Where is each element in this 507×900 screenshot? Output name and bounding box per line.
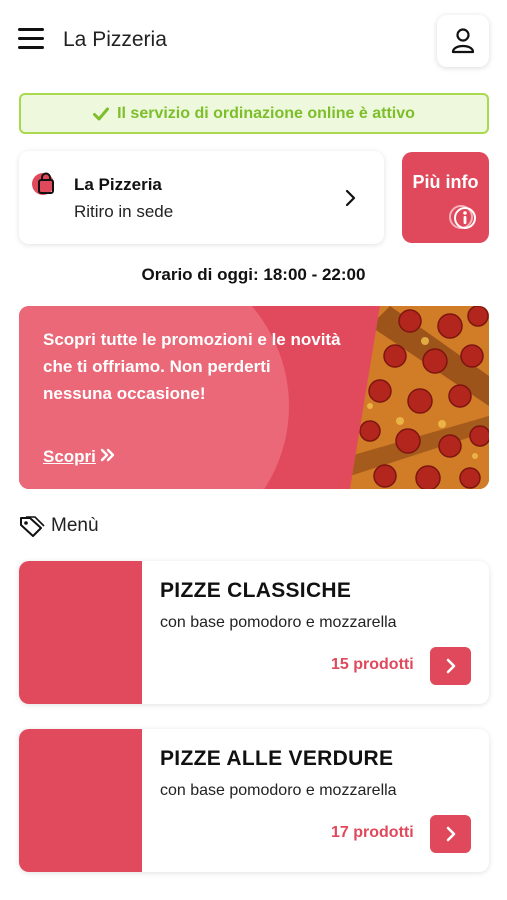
open-category-button[interactable] (430, 647, 471, 685)
open-category-button[interactable] (430, 815, 471, 853)
app-header: La Pizzeria (0, 0, 507, 80)
promo-banner[interactable]: Scopri tutte le promozioni e le novità c… (19, 306, 489, 489)
category-description: con base pomodoro e mozzarella (160, 782, 397, 799)
user-icon (451, 28, 475, 54)
category-card[interactable]: PIZZE ALLE VERDURE con base pomodoro e m… (19, 729, 489, 872)
online-status-banner: Il servizio di ordinazione online è atti… (19, 93, 489, 134)
store-name: La Pizzeria (74, 175, 162, 194)
status-text: Il servizio di ordinazione online è atti… (117, 104, 415, 122)
promo-text: Scopri tutte le promozioni e le novità c… (43, 330, 341, 403)
category-title: PIZZE CLASSICHE (160, 579, 352, 602)
shopping-bag-icon (32, 172, 54, 195)
store-selector-card[interactable]: La Pizzeria Ritiro in sede (19, 151, 384, 244)
opening-hours: Orario di oggi: 18:00 - 22:00 (141, 265, 366, 284)
category-product-count: 17 prodotti (331, 824, 414, 841)
pizza-image (350, 306, 489, 489)
promo-link-label: Scopri (43, 447, 96, 466)
category-title: PIZZE ALLE VERDURE (160, 747, 394, 770)
more-info-button[interactable]: Più info (402, 152, 489, 243)
check-icon (93, 107, 110, 120)
category-description: con base pomodoro e mozzarella (160, 614, 397, 631)
chevron-right-icon (345, 189, 356, 207)
chevron-right-icon (446, 826, 455, 842)
category-image (19, 729, 142, 872)
pickup-mode: Ritiro in sede (74, 202, 174, 221)
menu-heading-label: Menù (51, 515, 99, 536)
tag-icon (20, 516, 45, 537)
category-card[interactable]: PIZZE CLASSICHE con base pomodoro e mozz… (19, 561, 489, 704)
hamburger-icon[interactable] (18, 28, 44, 50)
more-info-label: Più info (412, 172, 479, 192)
info-icon (449, 205, 476, 229)
promo-discover-link[interactable]: Scopri (43, 447, 116, 467)
category-product-count: 15 prodotti (331, 656, 414, 673)
menu-heading: Menù (19, 515, 99, 537)
app-title: La Pizzeria (63, 28, 167, 51)
profile-button[interactable] (437, 15, 489, 67)
category-image (19, 561, 142, 704)
chevron-right-icon (446, 658, 455, 674)
double-chevron-right-icon (100, 448, 115, 462)
